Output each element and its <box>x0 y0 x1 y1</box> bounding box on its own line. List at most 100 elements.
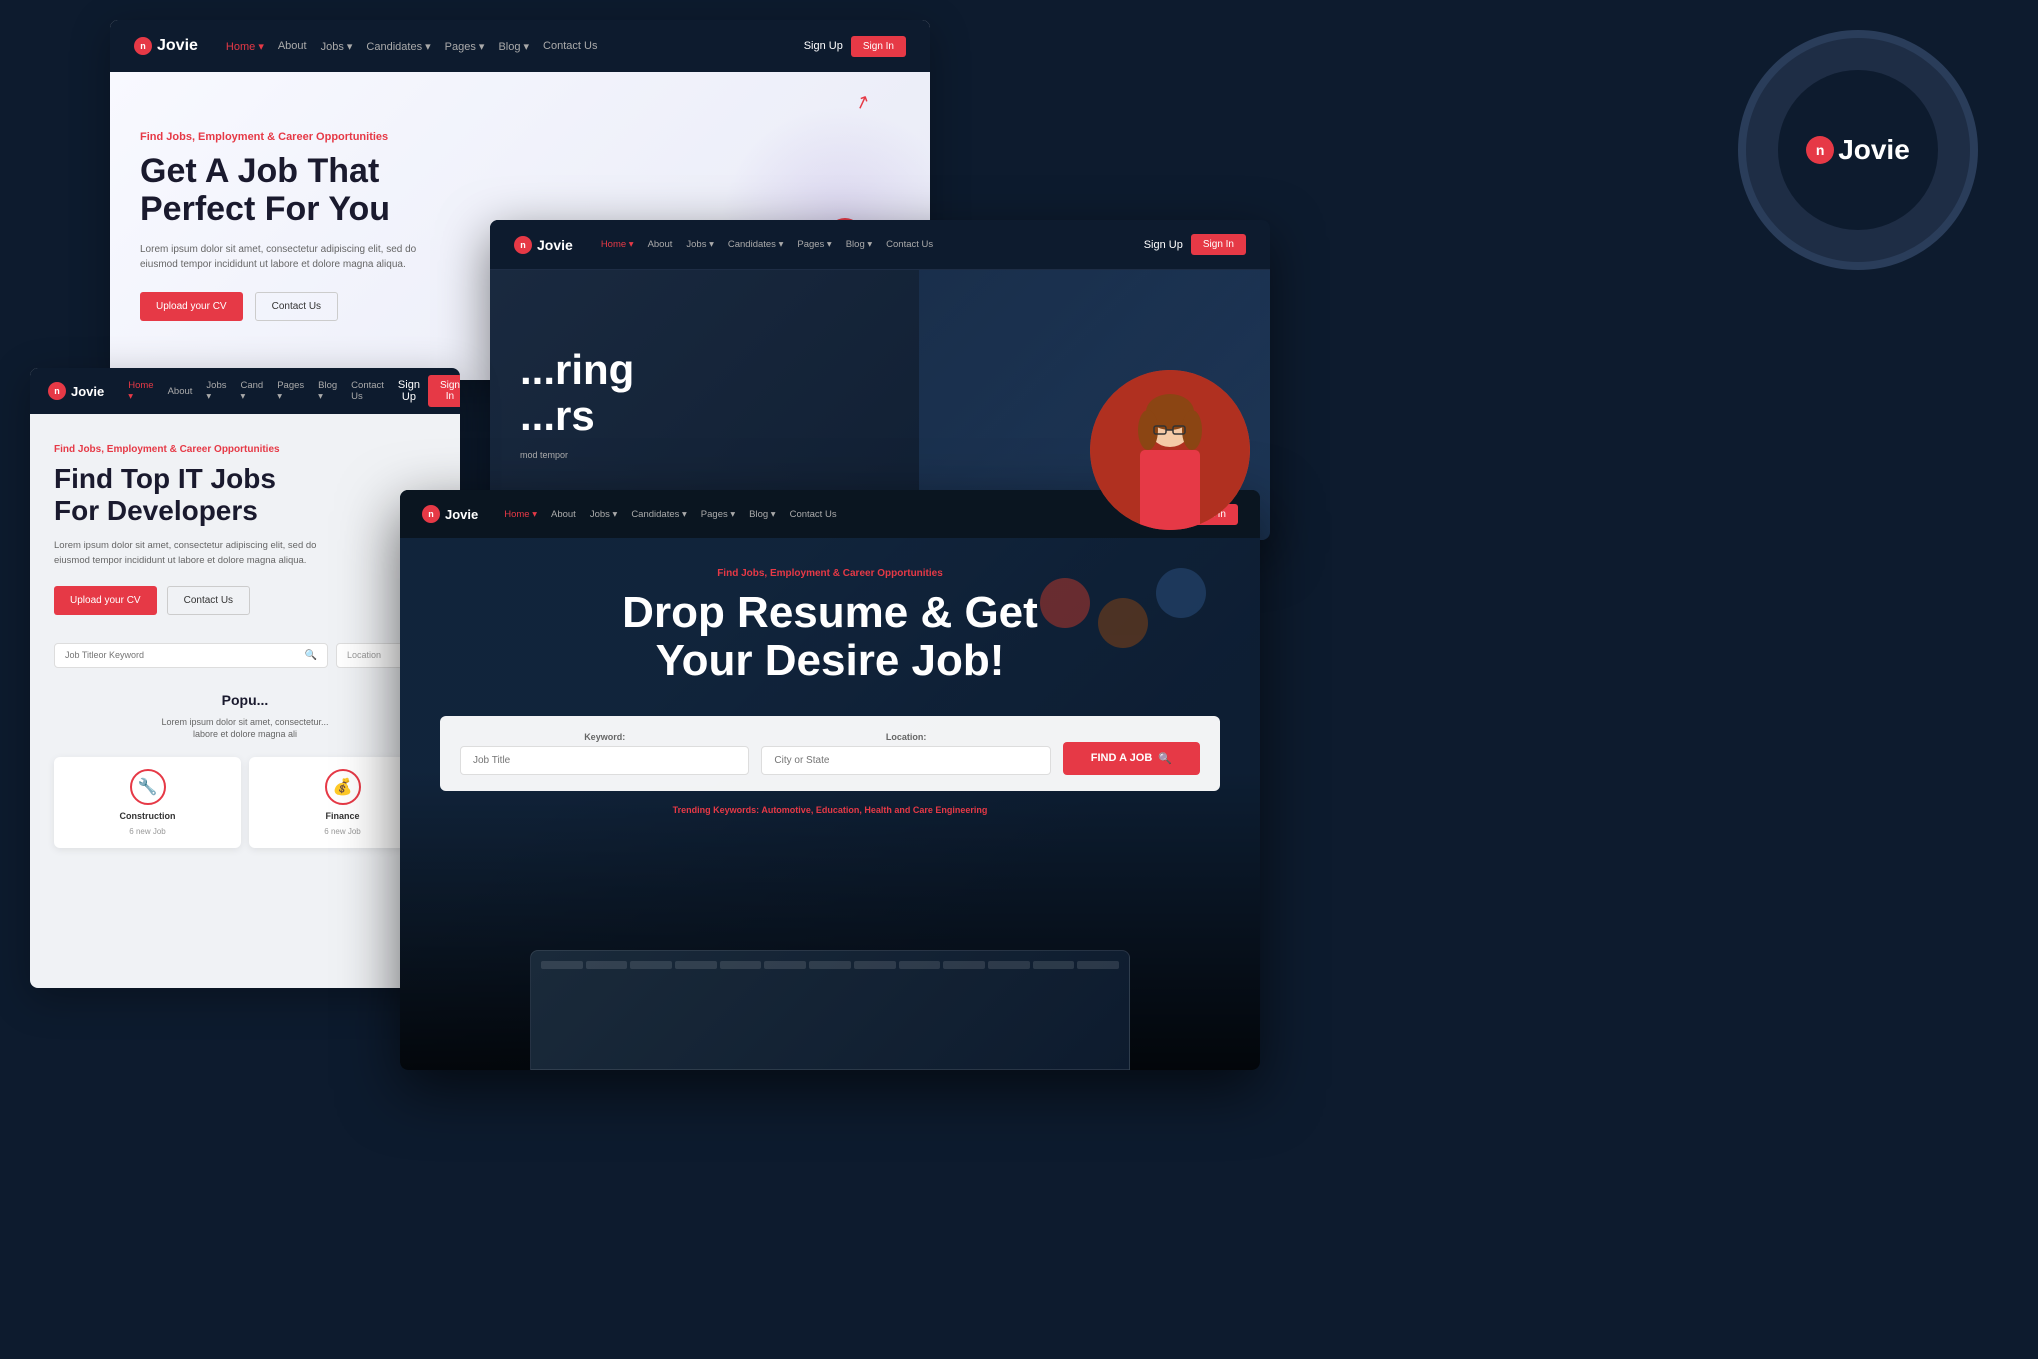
card3-buttons: Upload your CV Contact Us <box>54 586 436 615</box>
card4-brand-icon: n <box>422 505 440 523</box>
card1-navbar: n Jovie Home ▾ About Jobs ▾ Candidates ▾… <box>110 20 930 72</box>
card2-desc: mod tempor <box>520 449 1040 463</box>
construction-count: 6 new Job <box>129 827 165 836</box>
card2-nav-actions: Sign Up Sign In <box>1144 234 1246 255</box>
keyword-field[interactable] <box>460 746 749 775</box>
card1-upload-cv-button[interactable]: Upload your CV <box>140 292 243 321</box>
finance-name: Finance <box>325 811 359 821</box>
brand-icon: n <box>1806 136 1834 164</box>
card2-nav-pages[interactable]: Pages ▾ <box>797 239 831 250</box>
card1-nav-about[interactable]: About <box>278 40 307 53</box>
location-field[interactable] <box>761 746 1050 775</box>
construction-icon-wrap: 🔧 <box>130 769 166 805</box>
card3-navbar: n Jovie Home ▾ About Jobs ▾ Cand ▾ Pages… <box>30 368 460 414</box>
keyword-group: Keyword: <box>460 732 749 775</box>
search-icon: 🔍 <box>1158 752 1172 765</box>
card2-nav-links: Home ▾ About Jobs ▾ Candidates ▾ Pages ▾… <box>601 239 1126 250</box>
card3-description: Lorem ipsum dolor sit amet, consectetur … <box>54 539 354 568</box>
card2-title: ...ring ...rs <box>520 347 1040 439</box>
keyword-label: Keyword: <box>460 732 749 742</box>
card2-nav-home[interactable]: Home ▾ <box>601 239 634 250</box>
card4-tagline: Find Jobs, Employment & Career Opportuni… <box>440 568 1220 579</box>
brand-logo: n Jovie <box>1806 134 1910 166</box>
card2-signin-button[interactable]: Sign In <box>1191 234 1246 255</box>
card4-brand: n Jovie <box>422 505 478 523</box>
card3-category-cards: 🔧 Construction 6 new Job 💰 Finance 6 new… <box>54 757 436 848</box>
category-construction[interactable]: 🔧 Construction 6 new Job <box>54 757 241 848</box>
construction-name: Construction <box>120 811 176 821</box>
location-label: Location: <box>761 732 1050 742</box>
card3-upload-cv-button[interactable]: Upload your CV <box>54 586 157 615</box>
card2-brand-icon: n <box>514 236 532 254</box>
card4-content: Find Jobs, Employment & Career Opportuni… <box>400 538 1260 845</box>
card3-body: Find Jobs, Employment & Career Opportuni… <box>30 414 460 878</box>
construction-icon: 🔧 <box>138 777 158 797</box>
card3-nav-candidates[interactable]: Cand ▾ <box>241 380 264 402</box>
finance-icon: 💰 <box>333 777 353 797</box>
find-job-button[interactable]: FIND A JOB 🔍 <box>1063 742 1200 775</box>
card2-signup-button[interactable]: Sign Up <box>1144 239 1183 251</box>
card3-nav-actions: Sign Up Sign In <box>398 375 460 407</box>
card1-description: Lorem ipsum dolor sit amet, consectetur … <box>140 242 440 272</box>
card2-nav-candidates[interactable]: Candidates ▾ <box>728 239 783 250</box>
card1-nav-pages[interactable]: Pages ▾ <box>445 40 485 53</box>
card1-contact-button[interactable]: Contact Us <box>255 292 338 321</box>
card2-body: ...ring ...rs mod tempor <box>490 270 1270 540</box>
location-group: Location: <box>761 732 1050 775</box>
card4-screenshot: n Jovie Home ▾ About Jobs ▾ Candidates ▾… <box>400 490 1260 1070</box>
card1-brand: n Jovie <box>134 37 198 55</box>
card2-brand: n Jovie <box>514 236 573 254</box>
card1-nav-links: Home ▾ About Jobs ▾ Candidates ▾ Pages ▾… <box>226 40 786 53</box>
brand-circle: n Jovie <box>1738 30 1978 270</box>
card3-keyword-input-wrap: 🔍 <box>54 643 328 668</box>
card1-brand-icon: n <box>134 37 152 55</box>
card2-screenshot: n Jovie Home ▾ About Jobs ▾ Candidates ▾… <box>490 220 1270 540</box>
card2-nav-jobs[interactable]: Jobs ▾ <box>686 239 713 250</box>
card2-nav-blog[interactable]: Blog ▾ <box>846 239 872 250</box>
card4-title: Drop Resume & Get Your Desire Job! <box>440 589 1220 686</box>
card3-contact-button[interactable]: Contact Us <box>167 586 250 615</box>
card3-popular-title: Popu... <box>54 692 436 708</box>
card2-content: ...ring ...rs mod tempor <box>490 270 1070 540</box>
card2-nav-contact[interactable]: Contact Us <box>886 239 933 250</box>
keyboard-visual <box>530 950 1130 1070</box>
card1-nav-blog[interactable]: Blog ▾ <box>498 40 529 53</box>
card2-right-image <box>1070 270 1270 540</box>
card3-search-icon: 🔍 <box>305 650 317 661</box>
card1-tagline: Find Jobs, Employment & Career Opportuni… <box>140 131 620 143</box>
card1-nav-contact[interactable]: Contact Us <box>543 40 597 53</box>
card3-tagline: Find Jobs, Employment & Career Opportuni… <box>54 444 436 455</box>
card3-nav-pages[interactable]: Pages ▾ <box>277 380 304 402</box>
card3-brand: n Jovie <box>48 382 104 400</box>
card3-nav-blog[interactable]: Blog ▾ <box>318 380 337 402</box>
card1-signin-button[interactable]: Sign In <box>851 36 906 57</box>
card3-nav-home[interactable]: Home ▾ <box>128 380 153 402</box>
card3-nav-about[interactable]: About <box>168 380 193 402</box>
finance-count: 6 new Job <box>324 827 360 836</box>
card4-trending: Trending Keywords: Automotive, Education… <box>440 805 1220 815</box>
woman-portrait <box>1090 370 1250 530</box>
card3-nav-links: Home ▾ About Jobs ▾ Cand ▾ Pages ▾ Blog … <box>128 380 384 402</box>
woman-svg <box>1090 370 1250 530</box>
card2-navbar: n Jovie Home ▾ About Jobs ▾ Candidates ▾… <box>490 220 1270 270</box>
card3-popular-section: Popu... Lorem ipsum dolor sit amet, cons… <box>54 692 436 848</box>
card3-nav-jobs[interactable]: Jobs ▾ <box>206 380 226 402</box>
card1-title: Get A Job That Perfect For You <box>140 153 620 228</box>
card3-popular-desc: Lorem ipsum dolor sit amet, consectetur.… <box>54 716 436 741</box>
card1-signup-button[interactable]: Sign Up <box>804 40 843 52</box>
finance-icon-wrap: 💰 <box>325 769 361 805</box>
card3-signup-button[interactable]: Sign Up <box>398 379 420 403</box>
card1-nav-candidates[interactable]: Candidates ▾ <box>366 40 430 53</box>
card1-nav-jobs[interactable]: Jobs ▾ <box>321 40 353 53</box>
card1-nav-home[interactable]: Home ▾ <box>226 40 264 53</box>
card4-search-form: Keyword: Location: FIND A JOB 🔍 <box>440 716 1220 791</box>
card1-nav-actions: Sign Up Sign In <box>804 36 906 57</box>
card3-keyword-input[interactable] <box>65 650 299 660</box>
card3-nav-contact[interactable]: Contact Us <box>351 380 384 402</box>
card3-title: Find Top IT Jobs For Developers <box>54 463 436 527</box>
card3-brand-icon: n <box>48 382 66 400</box>
card2-nav-about[interactable]: About <box>648 239 673 250</box>
card3-signin-button[interactable]: Sign In <box>428 375 460 407</box>
card3-search-box: 🔍 Location <box>54 643 436 668</box>
card3-screenshot: n Jovie Home ▾ About Jobs ▾ Cand ▾ Pages… <box>30 368 460 988</box>
